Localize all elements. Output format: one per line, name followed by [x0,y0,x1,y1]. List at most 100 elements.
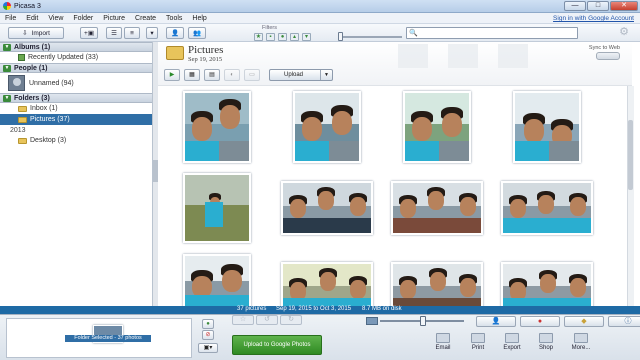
info-panel-button[interactable]: ⓘ [608,316,640,327]
collage-button[interactable]: ▦ [184,69,200,81]
photo-clothing [503,218,591,233]
photo-thumbnail[interactable] [403,91,471,163]
minimize-button[interactable]: — [564,1,586,11]
folder-inbox[interactable]: Inbox (1) [0,103,152,114]
close-button[interactable]: ✕ [610,1,638,11]
hold-selection-button[interactable]: ● [202,319,214,329]
folder-desktop[interactable]: Desktop (3) [0,135,152,146]
scrollbar-thumb[interactable] [628,120,633,190]
help-icon[interactable]: ⚙ [618,27,630,39]
geotag-button[interactable]: ◐ [224,69,240,81]
upload-icon: ▴ [292,33,296,40]
collapse-icon[interactable]: ▼ [3,94,11,102]
geotag-filter-button[interactable]: ▾ [302,32,311,41]
photo-thumbnail[interactable] [513,91,581,163]
rotate-right-icon: ↻ [288,316,294,323]
folder-header: Pictures Sep 19, 2015 Sync to Web ▶ ▦ ▤ … [158,42,632,86]
email-button[interactable]: Email [428,333,458,351]
create-album-button[interactable]: +▣ [80,27,98,39]
menu-help[interactable]: Help [187,15,211,22]
rotate-left-icon: ↺ [264,316,270,323]
view-options-dropdown[interactable]: ▾ [146,27,158,39]
faces-filter-button[interactable]: ● [278,32,287,41]
photo-grid [158,86,632,307]
date-filter-slider[interactable] [338,32,343,41]
person-unnamed[interactable]: Unnamed (94) [0,73,152,93]
rotate-left-button[interactable]: ↺ [256,315,278,325]
collapse-icon[interactable]: ▼ [3,43,11,51]
photo-thumbnail[interactable] [501,181,593,235]
add-to-album-button[interactable]: ▣▾ [198,343,218,353]
thumbnail-size-slider[interactable] [420,316,426,326]
sync-toggle[interactable] [596,52,620,60]
uploaded-filter-button[interactable]: ▴ [290,32,299,41]
menu-view[interactable]: View [43,15,68,22]
menu-folder[interactable]: Folder [68,15,98,22]
import-button[interactable]: ⇩ Import [8,27,64,39]
maximize-button[interactable]: □ [587,1,609,11]
people-section-header[interactable]: ▼ People (1) [0,63,152,73]
chevron-down-icon[interactable]: ▼ [320,70,332,80]
sign-in-link[interactable]: Sign in with Google Account [553,15,634,22]
photo-thumbnail[interactable] [293,91,361,163]
collapse-icon[interactable]: ▼ [3,64,11,72]
view-list-button[interactable]: ☰ [106,27,122,39]
photo-thumbnail[interactable] [391,181,483,235]
photo-thumbnail[interactable] [183,91,251,163]
menu-create[interactable]: Create [130,15,161,22]
blog-button[interactable]: ▭ [244,69,260,81]
menu-edit[interactable]: Edit [21,15,43,22]
selection-caption: Folder Selected - 37 photos [65,335,151,342]
photo-thumbnail[interactable] [281,181,373,235]
import-label: Import [31,29,50,37]
shop-button[interactable]: Shop [531,333,561,351]
avatar [8,75,25,91]
albums-section-header[interactable]: ▼ Albums (1) [0,42,152,52]
blog-icon: ▭ [249,72,255,78]
print-button[interactable]: Print [463,333,493,351]
photo-thumbnail[interactable] [501,262,593,307]
upload-button[interactable]: Upload ▼ [269,69,333,81]
face-icon: ● [280,33,285,40]
photo-thumbnail[interactable] [281,262,373,307]
video-filter-button[interactable]: ▪ [266,32,275,41]
person-label: Unnamed (94) [29,79,74,87]
folder-label: Desktop (3) [30,137,67,144]
photo-thumbnail[interactable] [183,254,251,307]
movie-button[interactable]: ▤ [204,69,220,81]
view-tree-button[interactable]: ≡ [124,27,140,39]
places-panel-button[interactable]: ● [520,316,560,327]
rotate-right-button[interactable]: ↻ [280,315,302,325]
pin-icon: ● [206,321,210,327]
upload-label: Upload [284,72,304,78]
photo-face [302,117,322,141]
tags-panel-button[interactable]: ◆ [564,316,604,327]
people-panel-button[interactable]: 👤 [476,316,516,327]
starred-filter-button[interactable]: ★ [254,32,263,41]
more-button[interactable]: More... [566,333,596,351]
selection-tray[interactable]: Folder Selected - 37 photos [6,318,192,358]
play-slideshow-button[interactable]: ▶ [164,69,180,81]
star-button[interactable]: ☆ [232,315,254,325]
photo-face [430,272,446,291]
faded-photo-preview [448,44,478,68]
people-tool-button[interactable]: 👥 [188,27,206,39]
folder-pictures[interactable]: Pictures (37) [0,114,152,125]
photo-clothing [329,140,359,161]
menu-picture[interactable]: Picture [98,15,130,22]
search-input[interactable]: 🔍 [406,27,578,39]
person-tool-button[interactable]: 👤 [166,27,184,39]
folders-section-header[interactable]: ▼ Folders (3) [0,93,152,103]
menu-file[interactable]: File [0,15,21,22]
menu-tools[interactable]: Tools [161,15,187,22]
photo-clothing [205,201,223,227]
export-button[interactable]: Export [497,333,527,351]
photo-thumbnail[interactable] [391,262,483,307]
album-recently-updated[interactable]: Recently Updated (33) [0,52,152,63]
upload-to-google-photos-button[interactable]: Upload to Google Photos [232,335,322,355]
photo-face [540,274,556,293]
clear-selection-button[interactable]: ⊘ [202,330,214,340]
star-icon: ★ [255,33,262,40]
photo-thumbnail[interactable] [183,173,251,243]
list-view-icon: ☰ [111,30,117,37]
